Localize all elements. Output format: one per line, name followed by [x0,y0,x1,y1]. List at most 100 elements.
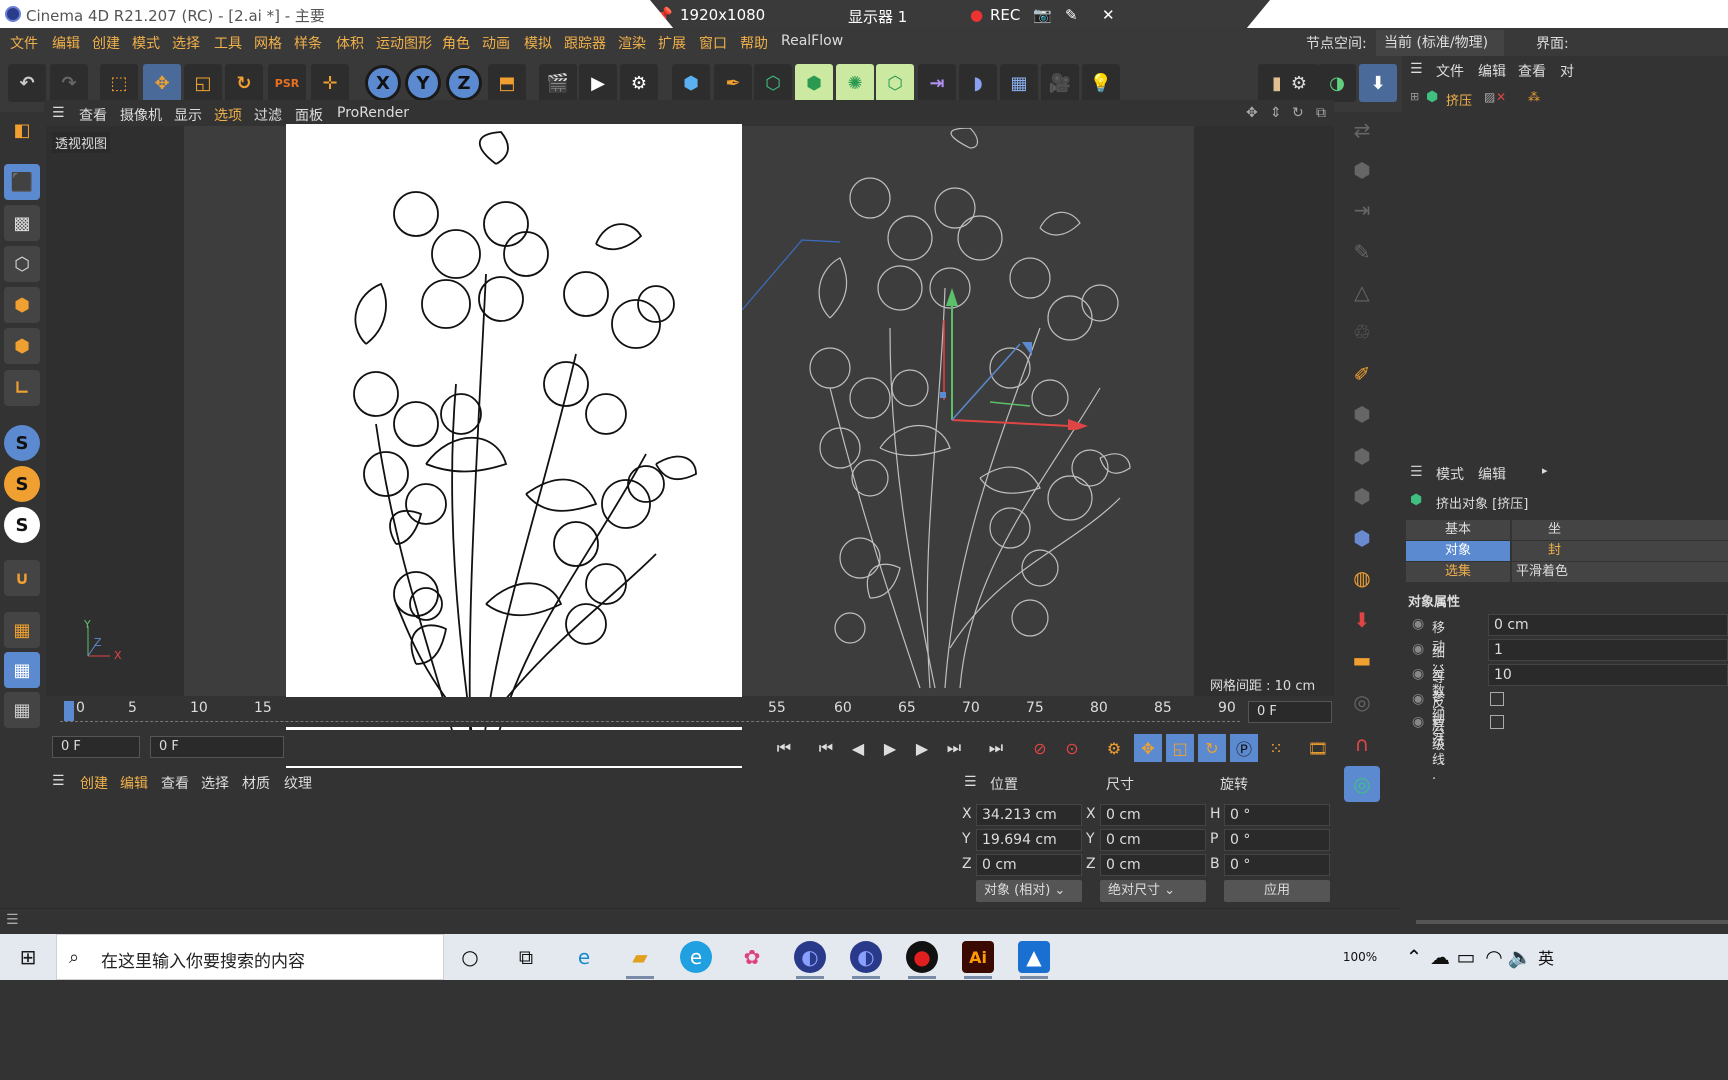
right-tool-10-icon[interactable]: ⬢ [1344,478,1380,514]
menu-character[interactable]: 角色 [442,33,470,53]
menu-animate[interactable]: 动画 [482,33,510,53]
menu-window[interactable]: 窗口 [699,33,727,53]
planar-workplane-icon[interactable]: ▦ [4,692,40,728]
settings-icon[interactable]: ⚙ [1280,64,1318,102]
pos-z-field[interactable]: 0 cm [976,854,1082,876]
polygons-mode-icon[interactable]: ⬢ [4,328,40,364]
snap-s2-icon[interactable]: S [4,466,40,502]
camera-object-icon[interactable]: 🎥 [1041,64,1079,102]
isoparm-anim-icon[interactable]: ◉ [1412,666,1424,682]
image-viewer-icon[interactable]: ▲ [1018,941,1050,979]
right-tool-15-icon[interactable]: ◎ [1344,684,1380,720]
tab-phong[interactable]: 平滑着色 [1512,562,1728,582]
keyframe-settings-icon[interactable]: ⚙ [1100,734,1128,762]
screen-recorder-icon[interactable]: ● [906,941,938,979]
hamburger-icon[interactable]: ☰ [52,105,65,121]
attr-menu-edit[interactable]: 编辑 [1478,464,1506,484]
expand-icon[interactable]: ⊞ [1410,90,1419,103]
menu-icon[interactable]: ☰ [626,6,639,24]
z-axis-icon[interactable]: Z [446,65,482,101]
right-tool-14-icon[interactable]: ▬ [1344,642,1380,678]
right-tool-4-icon[interactable]: ✎ [1344,234,1380,270]
illustrator-icon[interactable]: Ai [962,941,994,979]
disable-icon[interactable]: ✕ [1496,90,1506,104]
photos-app-icon[interactable]: ✿ [736,941,768,973]
attr-scrollbar[interactable] [1416,920,1728,924]
right-tool-8-icon[interactable]: ⬢ [1344,396,1380,432]
close-icon[interactable]: ✕ [1102,6,1115,24]
right-tool-1-icon[interactable]: ⇄ [1344,112,1380,148]
status-hamburger-icon[interactable]: ☰ [6,912,19,928]
goto-start-icon[interactable]: ⏮ [770,734,798,762]
taskbar-search[interactable]: ⌕ 在这里输入你要搜索的内容 [56,934,444,980]
right-tool-17-icon[interactable]: ◎ [1344,766,1380,802]
model-mode-icon[interactable]: ⬛ [4,164,40,200]
menu-simulate[interactable]: 模拟 [524,33,552,53]
edges-mode-icon[interactable]: ⬢ [4,287,40,323]
right-tool-7-icon[interactable]: ✐ [1344,356,1380,392]
right-tool-13-icon[interactable]: ⬇ [1344,602,1380,638]
pin-icon[interactable]: 📌 [654,6,673,24]
mat-hamburger-icon[interactable]: ☰ [52,773,65,789]
menu-create[interactable]: 创建 [92,33,120,53]
subdivision-icon[interactable]: ⬡ [754,64,792,102]
task-view-icon[interactable]: ⧉ [510,941,542,973]
start-frame-field[interactable]: 0 F [52,736,140,758]
vp-menu-camera[interactable]: 摄像机 [120,105,162,125]
size-x-field[interactable]: 0 cm [1100,804,1206,826]
key-rotation-icon[interactable]: ↻ [1198,734,1226,762]
menu-mode[interactable]: 模式 [132,33,160,53]
pen-tool-icon[interactable]: ✒ [714,64,752,102]
movement-anim-icon[interactable]: ◉ [1412,616,1424,632]
flip-normals-checkbox[interactable] [1490,692,1504,706]
play-icon[interactable]: ▶ [876,734,904,762]
key-scale-icon[interactable]: ◱ [1166,734,1194,762]
key-pla-icon[interactable]: ⁙ [1262,734,1290,762]
menu-edit[interactable]: 编辑 [52,33,80,53]
ime-indicator[interactable]: 英 [1530,941,1562,973]
windows-start-icon[interactable]: ⊞ [12,941,44,973]
vp-menu-prorender[interactable]: ProRender [337,105,409,121]
menu-volume[interactable]: 体积 [336,33,364,53]
obj-menu-file[interactable]: 文件 [1436,61,1464,81]
vp-menu-options[interactable]: 选项 [214,105,242,125]
timeline-window-icon[interactable]: 🎞 [1304,734,1332,762]
pos-y-field[interactable]: 19.694 cm [976,829,1082,851]
object-row-extrude[interactable]: ⊞ ⬢ 挤压 ▨ ✕ ⁂ [1406,88,1728,110]
prev-key-icon[interactable]: ⏮ [812,734,840,762]
isoparm-field[interactable]: 10 [1488,664,1728,686]
timeline-ruler[interactable]: 0 5 10 15 55 60 65 70 75 80 85 90 0 F [46,697,1336,727]
move-gizmo[interactable] [930,280,1100,430]
snap-s3-icon[interactable]: S [4,507,40,543]
rotate-icon[interactable]: ↻ [225,64,263,102]
render-settings-icon[interactable]: ⚙ [620,64,658,102]
edge-icon[interactable]: e [568,941,600,973]
magnet-icon[interactable]: ∪ [4,560,40,596]
undo-icon[interactable]: ↶ [8,64,46,102]
coords-hamburger-icon[interactable]: ☰ [964,774,977,790]
tab-object[interactable]: 对象 [1406,541,1510,561]
obj-menu-view[interactable]: 查看 [1518,61,1546,81]
right-tool-9-icon[interactable]: ⬢ [1344,438,1380,474]
subdivision-field[interactable]: 1 [1488,639,1728,661]
right-tool-2-icon[interactable]: ⬢ [1344,152,1380,188]
floor-icon[interactable]: ▦ [1000,64,1038,102]
menu-file[interactable]: 文件 [10,33,38,53]
next-frame-icon[interactable]: ▶ [908,734,936,762]
prev-frame-icon[interactable]: ◀ [844,734,872,762]
next-key-icon[interactable]: ⏭ [940,734,968,762]
vp-menu-display[interactable]: 显示 [174,105,202,125]
cube-icon[interactable]: ⬢ [672,64,710,102]
key-param-icon[interactable]: Ⓟ [1230,734,1258,762]
points-mode-icon[interactable]: ⬡ [4,246,40,282]
cinema4d-taskbar-icon-2[interactable]: ◐ [850,941,882,979]
menu-realflow[interactable]: RealFlow [781,33,843,49]
obj-hamburger-icon[interactable]: ☰ [1410,61,1423,77]
vp-zoom-icon[interactable]: ⇕ [1270,105,1282,121]
right-tool-3-icon[interactable]: ⇥ [1344,192,1380,228]
mat-menu-view[interactable]: 查看 [161,773,189,793]
cortana-icon[interactable]: ○ [454,941,486,973]
coordinate-system-icon[interactable]: ⬒ [488,64,526,102]
psr-icon[interactable]: PSR [268,64,306,102]
goto-end-icon[interactable]: ⏭ [982,734,1010,762]
